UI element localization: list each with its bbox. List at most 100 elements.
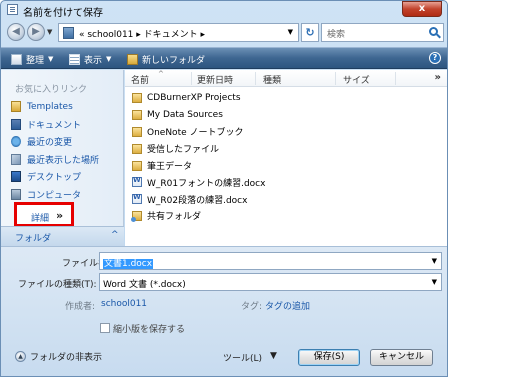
new-folder-button[interactable]: 新しいフォルダ (127, 52, 205, 66)
file-name: 受信したファイル (147, 145, 220, 156)
more-columns-icon[interactable]: » (435, 72, 441, 83)
list-item[interactable]: W_R02段落の練習.docx (132, 191, 265, 208)
organize-dropdown-icon: ▼ (48, 55, 54, 63)
forward-button[interactable]: ▶ (27, 23, 45, 41)
organize-button[interactable]: 整理 ▼ (11, 52, 53, 66)
sidebar-item-templates[interactable]: Templates (11, 98, 99, 116)
dialog-title: 名前を付けて保存 (23, 8, 103, 19)
list-item[interactable]: 筆王データ (132, 157, 265, 174)
filetype-dropdown-icon[interactable]: ▼ (432, 278, 437, 286)
view-button[interactable]: 表示 ▼ (69, 52, 111, 66)
list-item[interactable]: OneNote ノートブック (132, 124, 265, 141)
help-icon: ? (432, 53, 438, 62)
save-thumbnail-checkbox[interactable] (100, 323, 110, 333)
column-header-size[interactable]: サイズ (343, 73, 370, 86)
column-header-type[interactable]: 種類 (263, 73, 281, 86)
sidebar-item-label: デスクトップ (27, 173, 82, 184)
search-input[interactable]: 検索 (321, 23, 444, 42)
file-list: CDBurnerXP Projects My Data Sources OneN… (131, 90, 265, 225)
chevron-up-circle-icon: ▲ (15, 351, 26, 362)
view-icon (69, 53, 80, 65)
sidebar-item-desktop[interactable]: デスクトップ (11, 168, 99, 186)
tags-value[interactable]: タグの追加 (265, 299, 310, 312)
filename-field[interactable]: 文書1.docx ▼ (99, 252, 442, 270)
list-item[interactable]: 受信したファイル (132, 140, 265, 157)
word-document-icon (132, 176, 142, 188)
folder-icon (11, 101, 21, 113)
file-name: My Data Sources (147, 110, 223, 121)
filetype-value: Word 文書 (*.docx) (103, 280, 186, 290)
cancel-button[interactable]: キャンセル (370, 349, 433, 366)
chevron-right-icon: » (56, 209, 63, 222)
folders-label: フォルダ (15, 234, 52, 244)
sidebar-item-label: 最近の変更 (27, 138, 73, 149)
view-dropdown-icon: ▼ (106, 55, 112, 63)
sidebar-item-documents[interactable]: ドキュメント (11, 116, 99, 134)
folder-icon (132, 93, 142, 104)
author-label: 作成者: (65, 302, 96, 312)
filetype-select[interactable]: Word 文書 (*.docx) ▼ (99, 273, 442, 291)
sort-ascending-icon: ^ (158, 70, 164, 78)
dialog-icon (7, 4, 18, 15)
tools-label: ツール(L) (223, 354, 263, 364)
sidebar-item-recent-changes[interactable]: 最近の変更 (11, 133, 99, 151)
close-button[interactable]: x (402, 1, 442, 17)
history-dropdown-icon[interactable]: ▼ (47, 28, 52, 36)
file-name: 筆王データ (147, 162, 193, 173)
back-button[interactable]: ◀ (7, 23, 25, 41)
help-button[interactable]: ? (429, 52, 441, 64)
address-bar[interactable]: « school011 ▸ ドキュメント ▸ ▼ (58, 23, 299, 42)
details-label: 詳細 (31, 214, 50, 224)
word-document-icon (132, 193, 142, 205)
refresh-button[interactable]: ↻ (301, 23, 319, 42)
list-item[interactable]: CDBurnerXP Projects (132, 90, 265, 107)
save-button[interactable]: 保存(S) (298, 349, 360, 366)
documents-icon (11, 118, 21, 130)
navigation-pane: お気に入りリンク Templates ドキュメント 最近の変更 最近表示した場所… (1, 70, 124, 246)
save-thumbnail-label[interactable]: 縮小版を保存する (113, 322, 185, 335)
address-dropdown-icon[interactable]: ▼ (288, 28, 293, 36)
author-value[interactable]: school011 (101, 299, 147, 309)
column-divider[interactable] (335, 72, 336, 85)
list-item[interactable]: W_R01フォントの練習.docx (132, 174, 265, 191)
folder-icon (132, 110, 142, 121)
search-icon[interactable] (429, 27, 438, 36)
folder-icon (132, 143, 142, 154)
filename-dropdown-icon[interactable]: ▼ (432, 257, 437, 265)
hide-folders-button[interactable]: ▲ フォルダの非表示 (15, 350, 102, 363)
close-icon: x (418, 3, 426, 14)
view-label: 表示 (84, 55, 103, 66)
address-path[interactable]: « school011 ▸ ドキュメント ▸ (79, 27, 205, 40)
forward-arrow-icon: ▶ (32, 26, 40, 37)
folders-toggle[interactable]: フォルダ ^ (1, 226, 124, 246)
sidebar-item-label: ドキュメント (27, 120, 82, 131)
recent-changes-icon (11, 136, 21, 148)
file-name: W_R01フォントの練習.docx (147, 178, 266, 189)
favorite-links-header: お気に入りリンク (15, 85, 88, 95)
new-folder-label: 新しいフォルダ (142, 55, 206, 66)
tools-button[interactable]: ツール(L) ▼ (223, 351, 277, 364)
computer-icon (11, 188, 21, 200)
file-name: 共有フォルダ (147, 212, 202, 223)
sidebar-item-recent-places[interactable]: 最近表示した場所 (11, 151, 99, 169)
hide-folders-label: フォルダの非表示 (30, 353, 103, 363)
sidebar-item-computer[interactable]: コンピュータ (11, 186, 99, 204)
favorite-links-list: Templates ドキュメント 最近の変更 最近表示した場所 デスクトップ コ… (11, 98, 99, 203)
search-placeholder: 検索 (327, 30, 346, 40)
list-item[interactable]: My Data Sources (132, 107, 265, 124)
chevron-up-icon: ^ (111, 230, 119, 240)
details-link[interactable]: 詳細 » (14, 202, 74, 227)
recent-places-icon (11, 153, 21, 165)
column-header-name[interactable]: 名前 (131, 73, 149, 86)
column-divider[interactable] (395, 72, 396, 85)
documents-location-icon (63, 27, 74, 39)
refresh-icon: ↻ (305, 26, 315, 39)
filename-value[interactable]: 文書1.docx (103, 259, 154, 269)
column-divider[interactable] (255, 72, 256, 85)
column-header-modified[interactable]: 更新日時 (197, 73, 233, 86)
tools-dropdown-icon: ▼ (270, 351, 277, 361)
list-item[interactable]: 共有フォルダ (131, 208, 265, 225)
file-list-pane: 名前 ^ 更新日時 種類 サイズ » CDBurnerXP Projects M… (125, 70, 447, 246)
file-name: CDBurnerXP Projects (147, 93, 241, 104)
column-divider[interactable] (191, 72, 192, 85)
